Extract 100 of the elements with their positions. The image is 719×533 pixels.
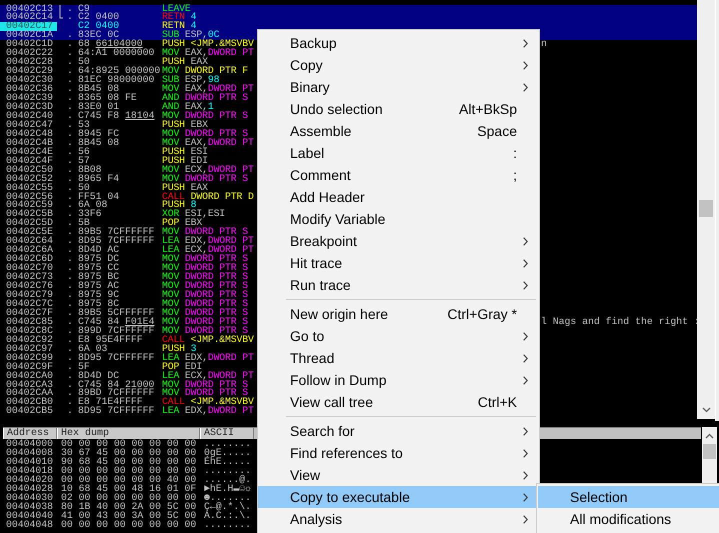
hex-cell-text: 8D95 7CFFFFFF — [78, 354, 156, 363]
hex-cell-text: 89BD 7CFFFFFF — [78, 389, 156, 398]
comment-cell: l Nags and find the right : — [541, 318, 697, 327]
address-cell-text: 00404010 — [6, 457, 54, 466]
instruction-cell: LEA EDX,DWORD PT — [162, 407, 254, 416]
hex-cell-text: 8D4D AC — [78, 246, 120, 256]
instruction-cell: MOV DWORD PTR S — [162, 174, 248, 184]
analysis-mark: . — [67, 138, 73, 148]
analysis-mark: . — [67, 13, 73, 22]
instruction-cell: MOV DWORD PTR S — [162, 389, 248, 398]
hex-cell-text: 64:A1 0000000 — [78, 49, 156, 58]
hex-cell-text: 02 00 00 00 00 00 00 00 — [61, 493, 198, 502]
menu-item-label: Copy to executable — [290, 489, 411, 505]
instruction-cell: MOV DWORD PTR S — [162, 228, 248, 238]
menu-item-label: Go to — [290, 328, 326, 344]
analysis-mark: . — [67, 210, 73, 220]
address-cell-text: 00402C7C — [5, 300, 54, 309]
analysis-mark: . — [67, 148, 73, 157]
analysis-mark: . — [67, 380, 73, 390]
hex-cell-text: FF51 04 — [78, 192, 120, 202]
address-cell-text: 00402C56 — [5, 192, 54, 202]
instruction-cell: AND DWORD PTR S — [162, 94, 248, 103]
address-cell-text: 00402CB5 — [5, 407, 54, 416]
address-cell-text: 00402C85 — [5, 318, 54, 327]
instruction-cell: CALL <JMP.&MSVBV — [162, 398, 254, 408]
instruction-cell: MOV DWORD PTR S — [162, 300, 248, 309]
analysis-mark: . — [67, 300, 73, 309]
instruction-cell: RETN 4 — [162, 13, 196, 22]
menu-item-label: Search for — [290, 423, 356, 439]
analysis-mark: . — [67, 192, 73, 202]
instruction-cell: PUSH EAX — [162, 184, 208, 193]
address-cell-text: 00402CB0 — [5, 398, 54, 408]
hex-cell-text: 8965 F4 — [78, 174, 120, 184]
analysis-mark: . — [67, 354, 73, 363]
hex-cell-text: 50 — [78, 58, 90, 68]
hex-cell-text: C745 84 F01E4 — [78, 318, 156, 327]
analysis-mark: . — [67, 255, 73, 264]
analysis-mark: . — [67, 184, 73, 193]
analysis-mark: . — [67, 58, 73, 68]
hex-cell-text: 8B08 — [78, 166, 103, 175]
ascii-cell: Ç←@.*.\. — [204, 502, 252, 511]
ascii-cell: ÉhE..... — [204, 457, 252, 466]
analysis-mark: . — [67, 156, 73, 166]
address-cell-text: 00404018 — [6, 466, 54, 475]
menu-item-label: Assemble — [290, 123, 352, 139]
ascii-cell: A.C.:.\. — [204, 511, 252, 520]
analysis-mark: . — [67, 102, 73, 112]
address-cell-text: 00404008 — [6, 448, 54, 457]
instruction-cell: LEAVE — [162, 4, 191, 14]
analysis-mark: . — [67, 219, 73, 228]
menu-item-label: Label — [290, 145, 326, 161]
instruction-cell: PUSH 3 — [162, 344, 196, 354]
address-cell-text: 00402C28 — [5, 58, 54, 68]
analysis-mark: . — [67, 130, 73, 139]
address-cell-text: 00402C22 — [5, 49, 54, 58]
analysis-mark: . — [67, 291, 73, 300]
hex-cell-text: 89B5 5CFFFFFF — [78, 308, 156, 318]
instruction-cell: PUSH <JMP.&MSVBV — [162, 40, 254, 50]
hex-cell-text: 8975 DC — [78, 255, 120, 264]
address-cell-text: 00402C8C — [5, 326, 54, 336]
analysis-mark: . — [67, 166, 73, 175]
hex-cell-text: C745 84 21000 — [78, 380, 156, 390]
instruction-cell: MOV DWORD PTR S — [162, 308, 248, 318]
instruction-cell: LEA ECX,DWORD PT — [162, 246, 254, 256]
hex-cell-text: 50 — [78, 184, 90, 193]
address-cell-text: 00402C9F — [5, 362, 54, 372]
instruction-cell: MOV DWORD PTR S — [162, 264, 248, 274]
instruction-cell: XOR ESI,ESI — [162, 210, 226, 220]
instruction-cell: PUSH ESI — [162, 148, 208, 157]
instruction-cell: MOV ECX,DWORD PT — [162, 166, 254, 175]
address-cell-text: 00402C99 — [5, 354, 54, 363]
address-cell-text: 00402C50 — [5, 166, 54, 175]
instruction-cell: SUB ESP,98 — [162, 76, 220, 86]
menu-item-label: Hit trace — [290, 255, 344, 271]
menu-item-label: Analysis — [290, 511, 344, 527]
address-cell-text: 00402C4F — [5, 156, 54, 166]
hex-cell-text: 899D 7CFFFFFF — [78, 326, 156, 336]
instruction-cell: MOV EAX,DWORD PT — [162, 49, 254, 58]
hex-cell-text: 8365 08 FE — [78, 94, 138, 103]
menu-shortcut: : — [512, 145, 517, 161]
address-cell-text: 00402C4E — [5, 148, 54, 157]
analysis-mark: . — [67, 372, 73, 381]
analysis-mark: . — [67, 201, 73, 210]
address-cell-text: 00402C48 — [5, 130, 54, 139]
hex-cell-text: C2 0400 — [78, 22, 120, 32]
ascii-cell: ☻....... — [204, 493, 252, 502]
hex-cell-text: 5B — [78, 219, 90, 228]
address-cell-text: 00402C55 — [5, 184, 54, 193]
analysis-mark: . — [67, 318, 73, 327]
address-cell-text: 00404000 — [6, 439, 54, 448]
address-cell-text: 00402C3D — [5, 102, 54, 112]
instruction-cell: CALL <JMP.&MSVBV — [162, 336, 254, 345]
hex-cell-text: 8B45 08 — [78, 85, 120, 94]
menu-item-label: Binary — [290, 79, 331, 95]
menu-item-label: Backup — [290, 35, 338, 51]
menu-shortcut: Space — [476, 123, 517, 139]
menu-shortcut: Ctrl+Gray * — [446, 306, 517, 322]
analysis-mark: . — [67, 174, 73, 184]
instruction-cell: MOV EAX,DWORD PT — [162, 138, 254, 148]
analysis-mark: . — [67, 40, 73, 50]
